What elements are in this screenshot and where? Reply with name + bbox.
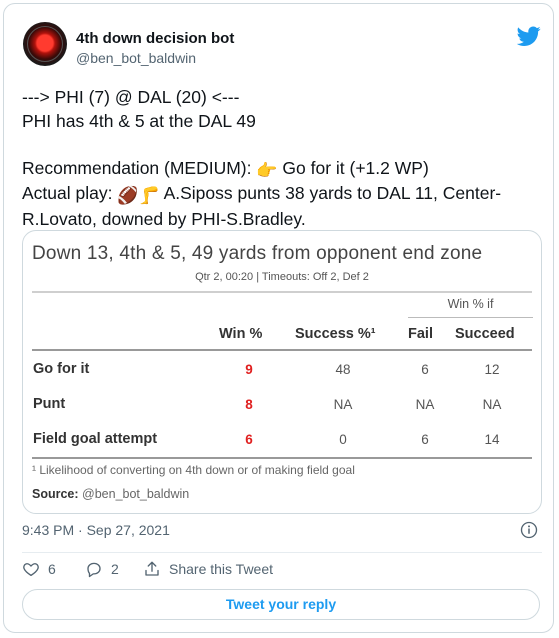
author-name[interactable]: 4th down decision bot	[76, 30, 234, 47]
cell-win: 8	[245, 397, 253, 412]
share-button[interactable]: Share this Tweet	[143, 560, 273, 578]
author-handle[interactable]: @ben_bot_baldwin	[76, 50, 196, 66]
recommendation-prefix: Recommendation (MEDIUM):	[22, 157, 257, 178]
cell-succeed: NA	[482, 397, 502, 412]
tweet-card: 4th down decision bot @ben_bot_baldwin -…	[3, 3, 554, 633]
leg-icon: 🦵	[138, 186, 160, 205]
reply-action-button[interactable]: 2	[85, 560, 119, 578]
tweet-your-reply-button[interactable]: Tweet your reply	[22, 589, 540, 620]
avatar[interactable]	[23, 22, 67, 66]
win-if-label: Win % if	[447, 297, 494, 311]
header-win: Win %	[219, 326, 263, 342]
table-subtitle: Qtr 2, 00:20 | Timeouts: Off 2, Def 2	[195, 271, 369, 283]
table-rule-bottom	[32, 457, 532, 459]
tweet-line-actual-play: Actual play: 🏈🦵 A.Siposs punts 38 yards …	[22, 182, 547, 208]
actual-play-text: A.Siposs punts 38 yards to DAL 11, Cente…	[159, 183, 502, 203]
share-icon	[145, 561, 159, 576]
decision-table-image[interactable]: Down 13, 4th & 5, 49 yards from opponent…	[22, 230, 542, 514]
tweet-line-matchup: ---> PHI (7) @ DAL (20) <---	[22, 87, 240, 107]
actual-play-prefix: Actual play:	[22, 183, 118, 203]
row-label-go-for-it: Go for it	[33, 361, 90, 377]
header-fail: Fail	[408, 326, 433, 342]
tweet-line-recommendation: Recommendation (MEDIUM): 👉 Go for it (+1…	[22, 157, 547, 183]
table-source: Source: @ben_bot_baldwin	[32, 487, 189, 501]
like-button[interactable]: 6	[22, 560, 56, 578]
cell-win: 9	[245, 362, 253, 377]
like-count: 6	[48, 561, 56, 577]
cell-win: 6	[245, 432, 253, 447]
tweet-line-actual-play-cont: R.Lovato, downed by PHI-S.Bradley.	[22, 208, 306, 229]
heart-icon	[23, 563, 39, 577]
football-icon: 🏈	[117, 186, 139, 205]
tweet-text: ---> PHI (7) @ DAL (20) <--- PHI has 4th…	[22, 86, 547, 231]
comment-icon	[87, 562, 101, 578]
tweet-timestamp[interactable]: 9:43 PM · Sep 27, 2021	[22, 522, 170, 538]
cell-succeed: 12	[484, 362, 500, 377]
cell-success: 0	[339, 432, 347, 447]
table-title: Down 13, 4th & 5, 49 yards from opponent…	[32, 243, 483, 264]
divider	[22, 552, 542, 553]
row-label-punt: Punt	[33, 396, 66, 412]
cell-success: 48	[335, 362, 351, 377]
header-succeed: Succeed	[455, 326, 515, 342]
info-icon[interactable]	[520, 521, 538, 539]
tweet-line-situation: PHI has 4th & 5 at the DAL 49	[22, 110, 256, 131]
cell-succeed: 14	[484, 432, 500, 447]
cell-fail: 6	[421, 362, 429, 377]
recommendation-value: Go for it (+1.2 WP)	[277, 157, 429, 178]
header-rule	[32, 349, 532, 351]
source-label: Source:	[32, 487, 79, 501]
header-success: Success %¹	[295, 326, 376, 342]
pointing-hand-icon: 👉	[256, 160, 278, 180]
table-footnote: ¹ Likelihood of converting on 4th down o…	[32, 463, 355, 477]
win-if-rule	[408, 317, 533, 318]
cell-fail: NA	[415, 397, 435, 412]
row-label-field-goal: Field goal attempt	[33, 431, 158, 447]
cell-success: NA	[333, 397, 353, 412]
share-label: Share this Tweet	[169, 561, 274, 577]
table-rule-top	[32, 291, 532, 293]
reply-count: 2	[111, 561, 119, 577]
source-value: @ben_bot_baldwin	[78, 487, 190, 501]
twitter-bird-icon[interactable]	[517, 24, 541, 48]
cell-fail: 6	[421, 432, 429, 447]
